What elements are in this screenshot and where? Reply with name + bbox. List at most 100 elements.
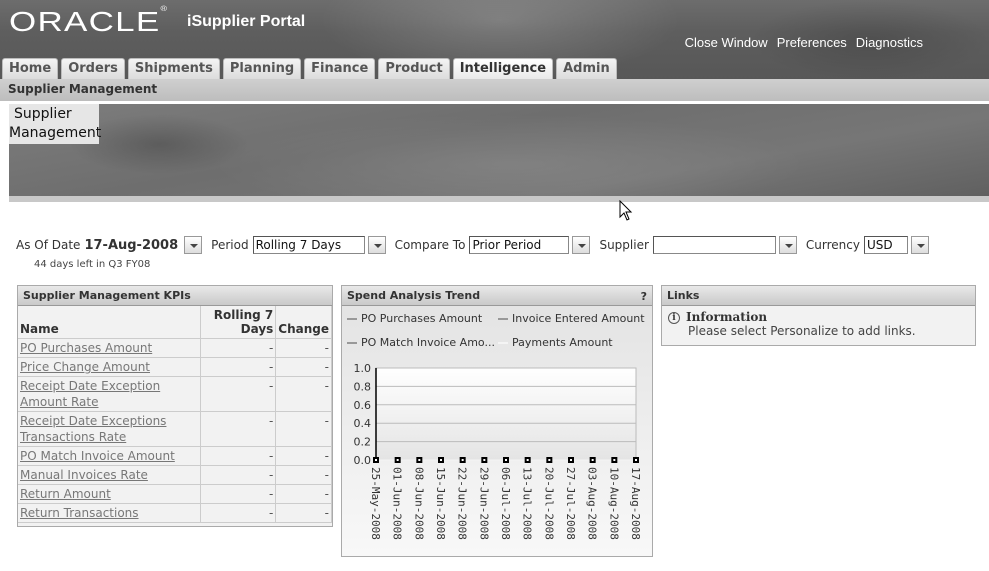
banner-divider: [9, 196, 989, 202]
kpi-link[interactable]: Receipt Date Exceptions Transactions Rat…: [20, 414, 166, 444]
supplier-select[interactable]: [652, 236, 776, 254]
currency-select[interactable]: USD: [863, 236, 908, 254]
kpi-name-cell: Receipt Date Exception Amount Rate: [18, 376, 202, 412]
days-left-note: 44 days left in Q3 FY08: [34, 259, 151, 270]
kpi-link[interactable]: Price Change Amount: [20, 360, 150, 374]
kpi-link[interactable]: Receipt Date Exception Amount Rate: [20, 379, 160, 409]
links-info-message: i Information Please select Personalize t…: [662, 306, 975, 342]
period-dropdown-button[interactable]: [367, 236, 386, 254]
legend-item-po-purchases: PO Purchases Amount: [347, 312, 482, 325]
oracle-logo: ORACLE®: [9, 6, 169, 37]
legend-swatch: [498, 341, 508, 344]
kpi-name-cell: Return Transactions: [18, 503, 202, 523]
kpi-value-cell: -: [200, 503, 277, 523]
tab-intelligence[interactable]: Intelligence: [452, 58, 554, 79]
column-header-rolling-7-days: Rolling 7 Days: [200, 306, 277, 339]
page-banner: Supplier Management: [9, 104, 989, 196]
kpi-table: Name Rolling 7 Days Change PO Purchases …: [18, 306, 332, 523]
kpi-link[interactable]: Return Transactions: [20, 506, 139, 520]
kpi-name-cell: PO Purchases Amount: [18, 338, 202, 358]
close-window-link[interactable]: Close Window: [685, 35, 768, 50]
x-tick-label: 27-Jul-2008: [564, 467, 577, 540]
spend-analysis-title: Spend Analysis Trend ?: [342, 286, 652, 306]
kpi-value-cell: -: [200, 357, 277, 377]
data-point-marker-inner: [570, 459, 572, 461]
legend-swatch: [347, 341, 357, 344]
x-tick-label: 29-Jun-2008: [477, 467, 490, 540]
spend-analysis-portlet: Spend Analysis Trend ? PO Purchases Amou…: [341, 285, 653, 557]
kpi-value-cell: -: [200, 465, 277, 485]
kpi-row: Manual Invoices Rate - -: [18, 465, 332, 485]
x-tick-label: 15-Jun-2008: [434, 467, 447, 540]
tab-admin[interactable]: Admin: [556, 58, 617, 79]
tab-shipments[interactable]: Shipments: [127, 58, 220, 79]
kpi-row: PO Purchases Amount - -: [18, 338, 332, 358]
compare-to-select[interactable]: Prior Period: [469, 236, 570, 254]
tab-orders[interactable]: Orders: [61, 58, 125, 79]
as-of-date-label: As Of Date: [16, 238, 81, 252]
spend-trend-chart: 0.0 0.2 0.4 0.6 0.8 1.0 25-May-2008 01-Jun-2008…: [354, 362, 643, 540]
y-tick-label: 0.6: [354, 399, 372, 412]
kpi-link[interactable]: Manual Invoices Rate: [20, 468, 148, 482]
kpi-link[interactable]: PO Purchases Amount: [20, 341, 152, 355]
currency-dropdown-button[interactable]: [910, 236, 929, 254]
kpi-value-cell: -: [200, 376, 277, 412]
y-tick-label: 0.4: [354, 417, 372, 430]
kpi-portlet: Supplier Management KPIs Name Rolling 7 …: [17, 285, 333, 527]
kpi-name-cell: Receipt Date Exceptions Transactions Rat…: [18, 411, 202, 447]
period-label: Period: [211, 238, 249, 252]
page-title: Supplier Management: [9, 104, 101, 144]
kpi-row: Receipt Date Exceptions Transactions Rat…: [18, 411, 332, 447]
kpi-row: Return Transactions - -: [18, 503, 332, 523]
kpi-link[interactable]: PO Match Invoice Amount: [20, 449, 175, 463]
kpi-row: Receipt Date Exception Amount Rate - -: [18, 376, 332, 412]
x-tick-label: 10-Aug-2008: [607, 467, 620, 540]
kpi-change-cell: -: [275, 411, 332, 447]
subtab-supplier-management[interactable]: Supplier Management: [8, 82, 157, 96]
kpi-link[interactable]: Return Amount: [20, 487, 111, 501]
main-tabs: Home Orders Shipments Planning Finance P…: [2, 58, 617, 79]
legend-item-payments: Payments Amount: [498, 336, 613, 349]
kpi-name-cell: Manual Invoices Rate: [18, 465, 202, 485]
data-point-marker-inner: [440, 459, 442, 461]
x-tick-label: 03-Aug-2008: [586, 467, 599, 540]
legend-swatch: [498, 317, 508, 320]
data-point-marker-inner: [635, 459, 637, 461]
x-tick-label: 25-May-2008: [369, 467, 382, 540]
kpi-name-cell: Return Amount: [18, 484, 202, 504]
supplier-dropdown-button[interactable]: [778, 236, 797, 254]
as-of-date-dropdown-button[interactable]: [184, 236, 203, 254]
x-tick-label: 13-Jul-2008: [521, 467, 534, 540]
kpi-change-cell: -: [275, 357, 332, 377]
kpi-change-cell: -: [275, 484, 332, 504]
y-tick-label: 0.8: [354, 380, 372, 393]
compare-to-dropdown-button[interactable]: [572, 236, 591, 254]
supplier-label: Supplier: [599, 238, 649, 252]
currency-label: Currency: [805, 238, 860, 252]
links-info-text: Please select Personalize to add links.: [688, 324, 916, 338]
kpi-value-cell: -: [200, 338, 277, 358]
column-header-name: Name: [18, 306, 202, 339]
data-point-marker-inner: [483, 459, 486, 461]
data-point-marker-inner: [526, 459, 529, 461]
parameter-bar: As Of Date 17-Aug-2008 Period Rolling 7 …: [16, 236, 938, 254]
column-header-change: Change: [275, 306, 332, 339]
kpi-row: Price Change Amount - -: [18, 357, 332, 377]
legend-item-invoice-entered: Invoice Entered Amount: [498, 312, 645, 325]
data-point-marker-inner: [418, 459, 421, 461]
tab-product[interactable]: Product: [378, 58, 450, 79]
tab-home[interactable]: Home: [2, 58, 59, 79]
preferences-link[interactable]: Preferences: [777, 35, 847, 50]
help-icon[interactable]: ?: [641, 287, 647, 306]
tab-finance[interactable]: Finance: [304, 58, 376, 79]
links-portlet-title: Links: [662, 286, 975, 306]
kpi-row: PO Match Invoice Amount - -: [18, 446, 332, 466]
compare-to-label: Compare To: [394, 238, 466, 252]
tab-planning[interactable]: Planning: [222, 58, 302, 79]
x-tick-label: 17-Aug-2008: [629, 467, 642, 540]
diagnostics-link[interactable]: Diagnostics: [856, 35, 923, 50]
x-tick-label: 06-Jul-2008: [499, 467, 512, 540]
period-select[interactable]: Rolling 7 Days: [252, 236, 365, 254]
x-tick-label: 08-Jun-2008: [412, 467, 425, 540]
legend-item-po-match-invoice: PO Match Invoice Amo...: [347, 336, 495, 349]
